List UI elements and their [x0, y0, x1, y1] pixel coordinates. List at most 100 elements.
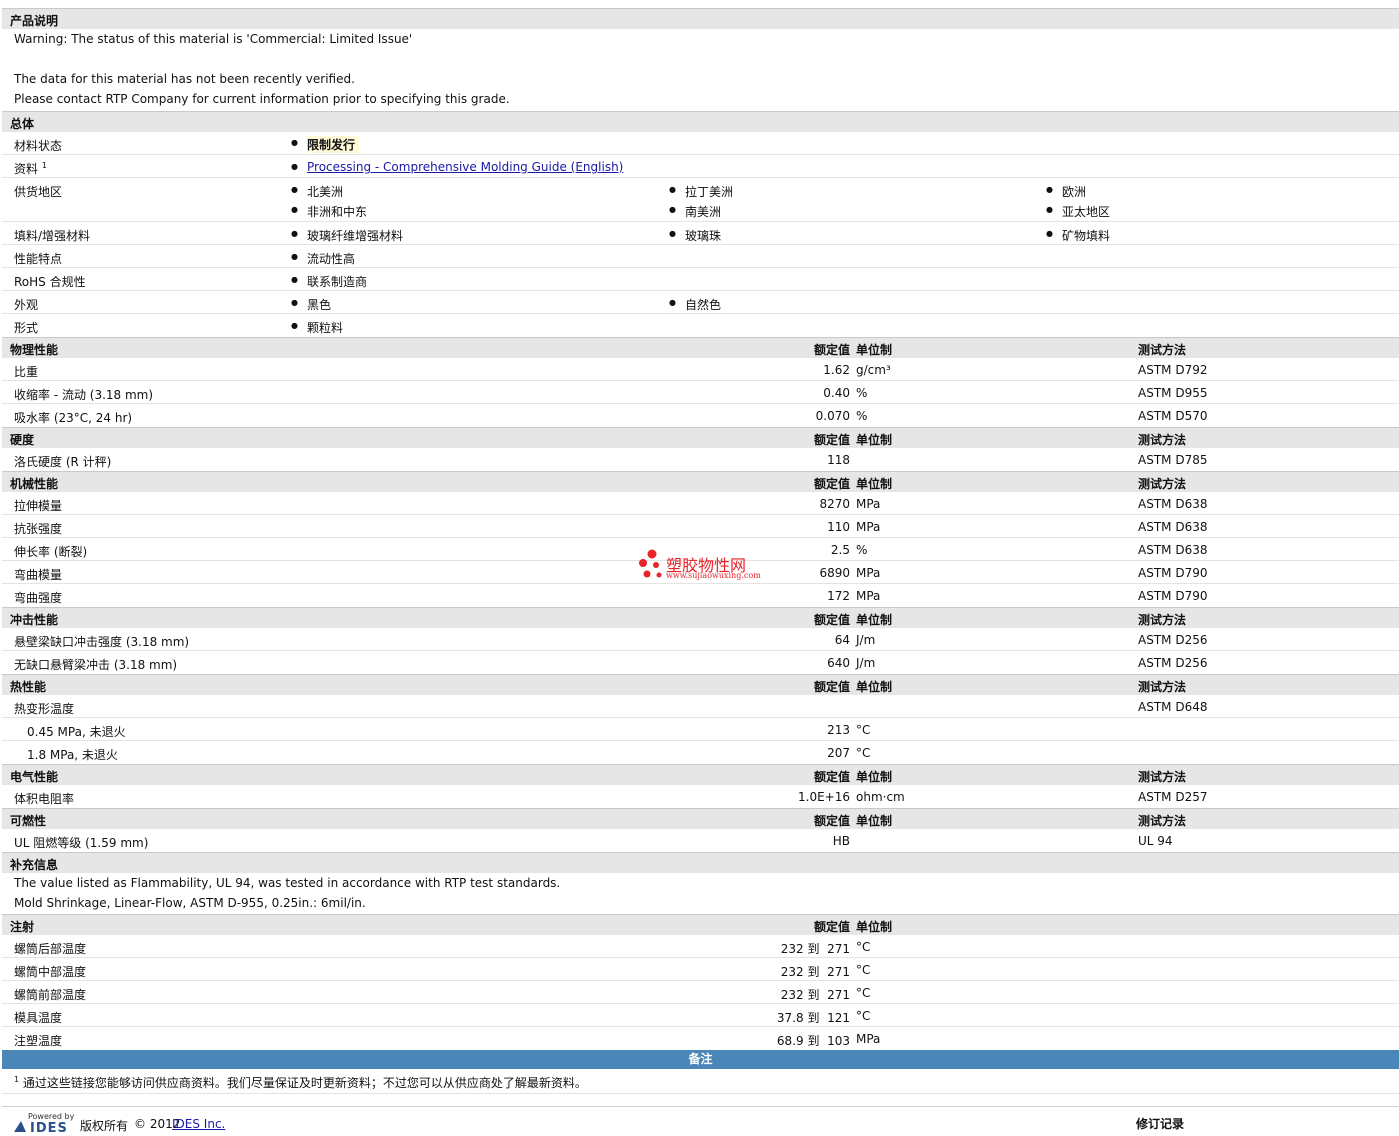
section-title: 热性能 — [10, 680, 47, 694]
appearance-item: 黑色 — [291, 296, 331, 313]
property-label: 体积电阻率 — [14, 792, 75, 806]
header-unit: 单位制 — [856, 814, 893, 828]
supplement-text: The value listed as Flammability, UL 94,… — [2, 873, 1399, 914]
row-resources: 资料 1 Processing - Comprehensive Molding … — [2, 155, 1399, 178]
notes-text: 通过这些链接您能够访问供应商资料。我们尽量保证及时更新资料；不过您可以从供应商处… — [22, 1076, 587, 1090]
rohs-item: 联系制造商 — [291, 273, 367, 290]
section-title: 总体 — [10, 117, 35, 131]
header-unit: 单位制 — [856, 343, 893, 357]
region-item: 非洲和中东 — [291, 203, 367, 220]
processing-guide-link[interactable]: Processing - Comprehensive Molding Guide… — [307, 160, 623, 174]
property-row: 洛氏硬度 (R 计秤) 118 ASTM D785 — [2, 448, 1399, 471]
property-method: ASTM D955 — [1138, 386, 1208, 400]
property-value: 8270 — [819, 497, 850, 511]
property-method: ASTM D256 — [1138, 633, 1208, 647]
text-line: Mold Shrinkage, Linear-Flow, ASTM D-955,… — [14, 896, 366, 910]
section-title: 机械性能 — [10, 477, 59, 491]
property-label: 无缺口悬臂梁冲击 (3.18 mm) — [14, 658, 178, 672]
property-value: HB — [832, 834, 850, 848]
property-method: UL 94 — [1138, 834, 1173, 848]
ides-company-link[interactable]: IDES Inc. — [172, 1117, 225, 1131]
section-title: 硬度 — [10, 433, 35, 447]
watermark-url: www.sujiaowuxing.com — [666, 571, 761, 580]
section-title: 补充信息 — [10, 858, 59, 872]
property-label: 热变形温度 — [14, 702, 75, 716]
revision-history[interactable]: 修订记录 — [1136, 1115, 1184, 1132]
property-row: 收缩率 - 流动 (3.18 mm) 0.40% ASTM D955 — [2, 381, 1399, 404]
text-line: Warning: The status of this material is … — [14, 32, 413, 46]
section-title: 可燃性 — [10, 814, 47, 828]
row-form: 形式 颗粒料 — [2, 314, 1399, 337]
property-unit: MPa — [856, 520, 881, 534]
property-value: 118 — [827, 453, 850, 467]
property-value: 110 — [827, 520, 850, 534]
header-method: 测试方法 — [1138, 814, 1187, 828]
property-value: 64 — [834, 633, 850, 647]
property-row: 拉伸模量 8270 MPa ASTM D638 — [2, 492, 1399, 515]
row-material-status: 材料状态 限制发行 — [2, 132, 1399, 155]
injection-value: 68.9 到 103 — [776, 1034, 850, 1048]
section-header-flammability: 可燃性 额定值 单位制 测试方法 — [2, 808, 1399, 829]
property-unit: J/m — [856, 656, 876, 670]
property-method: ASTM D257 — [1138, 790, 1208, 804]
property-row: 吸水率 (23°C, 24 hr) 0.070% ASTM D570 — [2, 404, 1399, 427]
injection-value: 37.8 到 121 — [776, 1011, 850, 1025]
property-label: 弯曲模量 — [14, 568, 63, 582]
header-method: 测试方法 — [1138, 613, 1187, 627]
section-title: 注射 — [10, 920, 35, 934]
section-title: 产品说明 — [10, 14, 59, 28]
property-method: ASTM D256 — [1138, 656, 1208, 670]
region-item: 亚太地区 — [1046, 203, 1110, 220]
section-header-injection: 注射 额定值 单位制 — [2, 914, 1399, 935]
section-header-physical: 物理性能 额定值 单位制 测试方法 — [2, 337, 1399, 358]
property-unit: °C — [856, 746, 871, 760]
property-label: 弯曲强度 — [14, 591, 63, 605]
product-desc-text: Warning: The status of this material is … — [2, 29, 1399, 111]
injection-label: 模具温度 — [14, 1011, 63, 1025]
property-row: 1.8 MPa, 未退火 207 °C — [2, 741, 1399, 764]
header-unit: 单位制 — [856, 477, 893, 491]
row-rohs: RoHS 合规性 联系制造商 — [2, 268, 1399, 291]
region-item: 拉丁美洲 — [669, 183, 733, 200]
section-header-impact: 冲击性能 额定值 单位制 测试方法 — [2, 607, 1399, 628]
header-unit: 单位制 — [856, 680, 893, 694]
property-label: 拉伸模量 — [14, 499, 63, 513]
text-line: Please contact RTP Company for current i… — [14, 92, 510, 106]
filler-item: 玻璃纤维增强材料 — [291, 227, 403, 244]
header-method: 测试方法 — [1138, 433, 1187, 447]
property-value: 1.62 — [823, 363, 850, 377]
footer: Powered by IDES 版权所有 © 2012 IDES Inc. 修订… — [2, 1106, 1399, 1136]
property-sections: 物理性能 额定值 单位制 测试方法 比重 1.62 g/cm³ ASTM D792 收缩率 - … — [2, 337, 1399, 852]
injection-unit: °C — [856, 986, 871, 1000]
appearance-item: 自然色 — [669, 296, 721, 313]
property-label: 1.8 MPa, 未退火 — [27, 748, 118, 762]
property-unit: MPa — [856, 566, 881, 580]
section-title: 物理性能 — [10, 343, 59, 357]
notes-header: 备注 — [2, 1050, 1399, 1069]
header-method: 测试方法 — [1138, 477, 1187, 491]
section-title: 冲击性能 — [10, 613, 59, 627]
injection-unit: °C — [856, 940, 871, 954]
header-value: 额定值 — [813, 433, 850, 447]
property-value: 172 — [827, 589, 850, 603]
header-value: 额定值 — [813, 920, 850, 934]
watermark-logo: 塑胶物性网 www.sujiaowuxing.com — [636, 548, 776, 584]
header-value: 额定值 — [813, 477, 850, 491]
injection-section: 注射 额定值 单位制 螺筒后部温度 232 到 271 °C 螺筒中部温度 232 到 271… — [2, 914, 1399, 1050]
row-features: 性能特点 流动性高 — [2, 245, 1399, 268]
injection-row: 螺筒前部温度 232 到 271 °C — [2, 981, 1399, 1004]
section-header-mechanical: 机械性能 额定值 单位制 测试方法 — [2, 471, 1399, 492]
property-method: ASTM D638 — [1138, 543, 1208, 557]
header-value: 额定值 — [813, 343, 850, 357]
property-unit: °C — [856, 723, 871, 737]
property-unit: J/m — [856, 633, 876, 647]
injection-unit: MPa — [856, 1032, 881, 1046]
property-row: 体积电阻率 1.0E+16 ohm·cm ASTM D257 — [2, 785, 1399, 808]
header-value: 额定值 — [813, 770, 850, 784]
property-label: 悬壁梁缺口冲击强度 (3.18 mm) — [14, 635, 190, 649]
injection-unit: °C — [856, 1009, 871, 1023]
header-value: 额定值 — [813, 814, 850, 828]
ides-logo: Powered by IDES — [14, 1112, 74, 1136]
header-method: 测试方法 — [1138, 770, 1187, 784]
property-row: 抗张强度 110 MPa ASTM D638 — [2, 515, 1399, 538]
